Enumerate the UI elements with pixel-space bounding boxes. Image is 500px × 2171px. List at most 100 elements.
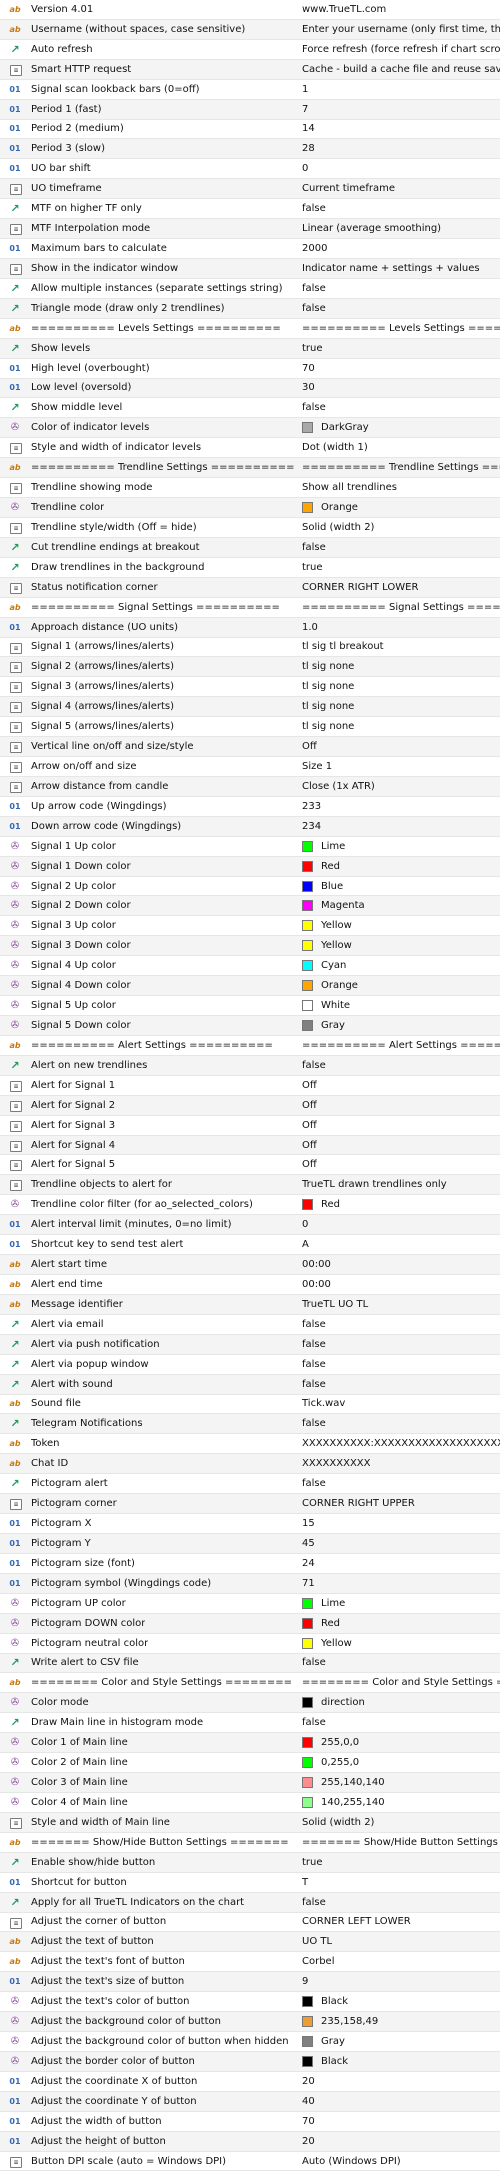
input-value[interactable]: false: [302, 303, 326, 314]
input-value[interactable]: Yellow: [302, 920, 352, 932]
input-value[interactable]: Solid (width 2): [302, 1817, 374, 1828]
input-value[interactable]: false: [302, 1319, 326, 1330]
input-row[interactable]: 01 Period 2 (medium) 14: [0, 120, 500, 140]
color-swatch[interactable]: [302, 502, 313, 513]
input-value[interactable]: DarkGray: [302, 422, 369, 434]
input-value[interactable]: false: [302, 1897, 326, 1908]
input-row[interactable]: ↗ Show middle level false: [0, 398, 500, 419]
input-value[interactable]: 15: [302, 1518, 315, 1529]
input-row[interactable]: ✇ Color 4 of Main line 140,255,140: [0, 1793, 500, 1813]
input-row[interactable]: ✇ Color mode direction: [0, 1693, 500, 1714]
input-value[interactable]: false: [302, 283, 326, 294]
input-value[interactable]: false: [302, 1060, 326, 1071]
input-row[interactable]: 01 Down arrow code (Wingdings) 234: [0, 816, 500, 837]
input-row[interactable]: ab ========== Trendline Settings ========…: [0, 458, 500, 479]
color-swatch[interactable]: [302, 1019, 313, 1031]
color-swatch[interactable]: [302, 860, 313, 872]
input-row[interactable]: ↗ Draw trendlines in the background true: [0, 558, 500, 578]
input-value[interactable]: Current timeframe: [302, 183, 395, 194]
input-row[interactable]: ab ========== Signal Settings ========== =…: [0, 598, 500, 618]
input-value[interactable]: Off: [302, 1120, 317, 1131]
input-value[interactable]: Lime: [302, 1597, 345, 1609]
input-value[interactable]: XXXXXXXXXX: [302, 1458, 371, 1469]
input-row[interactable]: ab Username (without spaces, case sensiti…: [0, 19, 500, 40]
input-row[interactable]: ab ======== Color and Style Settings ====…: [0, 1673, 500, 1694]
color-swatch[interactable]: [302, 880, 313, 892]
input-row[interactable]: ↗ Alert on new trendlines false: [0, 1055, 500, 1076]
input-row[interactable]: ✇ Signal 4 Up color Cyan: [0, 956, 500, 977]
input-row[interactable]: ≡ Signal 4 (arrows/lines/alerts) tl sig no…: [0, 697, 500, 718]
input-value[interactable]: 30: [302, 382, 315, 393]
input-value[interactable]: 140,255,140: [302, 1796, 385, 1808]
input-value[interactable]: Indicator name + settings + values: [302, 263, 480, 274]
input-value[interactable]: Off: [302, 1159, 317, 1170]
input-row[interactable]: ✇ Color 1 of Main line 255,0,0: [0, 1733, 500, 1754]
input-value[interactable]: false: [302, 402, 326, 413]
input-value[interactable]: 255,140,140: [302, 1777, 385, 1788]
input-row[interactable]: ↗ MTF on higher TF only false: [0, 199, 500, 220]
input-value[interactable]: Off: [302, 741, 317, 752]
input-value[interactable]: 70: [302, 2116, 315, 2127]
input-row[interactable]: ✇ Signal 5 Up color White: [0, 996, 500, 1017]
input-value[interactable]: UO TL: [302, 1936, 332, 1947]
color-swatch[interactable]: [302, 2055, 313, 2067]
input-value[interactable]: 9: [302, 1976, 308, 1987]
color-swatch[interactable]: [302, 840, 313, 852]
input-row[interactable]: ab ======= Show/Hide Button Settings ====…: [0, 1833, 500, 1853]
input-row[interactable]: 01 Up arrow code (Wingdings) 233: [0, 797, 500, 817]
color-swatch[interactable]: [302, 920, 313, 932]
input-value[interactable]: 234: [302, 821, 321, 832]
input-value[interactable]: false: [302, 542, 326, 553]
input-value[interactable]: 1: [302, 84, 308, 95]
input-row[interactable]: ≡ Signal 1 (arrows/lines/alerts) tl sig tl…: [0, 638, 500, 658]
input-row[interactable]: ✇ Adjust the text's color of button Black: [0, 1992, 500, 2013]
input-row[interactable]: 01 Pictogram symbol (Wingdings code) 71: [0, 1573, 500, 1594]
input-value[interactable]: 28: [302, 143, 315, 154]
color-swatch[interactable]: [302, 980, 313, 992]
input-row[interactable]: ≡ Trendline style/width (Off = hide) Solid…: [0, 518, 500, 538]
input-value[interactable]: true: [302, 562, 323, 573]
input-value[interactable]: 7: [302, 104, 308, 115]
input-row[interactable]: ↗ Telegram Notifications false: [0, 1414, 500, 1435]
input-row[interactable]: ≡ Show in the indicator window Indicator n…: [0, 258, 500, 279]
input-row[interactable]: 01 UO bar shift 0: [0, 159, 500, 180]
input-value[interactable]: tl sig none: [302, 721, 354, 732]
input-value[interactable]: Black: [302, 1996, 348, 2008]
input-row[interactable]: ✇ Trendline color Orange: [0, 498, 500, 518]
input-value[interactable]: 0,255,0: [302, 1757, 359, 1769]
color-swatch[interactable]: [302, 1637, 313, 1649]
input-row[interactable]: 01 Period 1 (fast) 7: [0, 99, 500, 120]
input-value[interactable]: XXXXXXXXXX:XXXXXXXXXXXXXXXXXXXXXXXXXXXXX…: [302, 1438, 500, 1449]
input-row[interactable]: ✇ Pictogram UP color Lime: [0, 1594, 500, 1614]
color-swatch[interactable]: [302, 1597, 313, 1609]
input-row[interactable]: ≡ Pictogram corner CORNER RIGHT UPPER: [0, 1494, 500, 1515]
input-value[interactable]: Dot (width 1): [302, 442, 368, 453]
input-row[interactable]: ✇ Adjust the background color of button 23…: [0, 2012, 500, 2033]
input-row[interactable]: ↗ Allow multiple instances (separate sett…: [0, 279, 500, 299]
input-value[interactable]: false: [302, 1339, 326, 1350]
input-value[interactable]: Show all trendlines: [302, 482, 397, 493]
input-row[interactable]: ↗ Alert via push notification false: [0, 1334, 500, 1355]
input-row[interactable]: 01 Shortcut for button T: [0, 1873, 500, 1893]
input-value[interactable]: false: [302, 203, 326, 214]
input-row[interactable]: ✇ Signal 4 Down color Orange: [0, 976, 500, 997]
input-row[interactable]: ≡ Alert for Signal 1 Off: [0, 1076, 500, 1096]
input-row[interactable]: 01 Signal scan lookback bars (0=off) 1: [0, 80, 500, 100]
input-value[interactable]: 70: [302, 363, 315, 374]
input-row[interactable]: ✇ Pictogram neutral color Yellow: [0, 1634, 500, 1654]
color-swatch[interactable]: [302, 422, 313, 434]
input-row[interactable]: ≡ Alert for Signal 5 Off: [0, 1155, 500, 1176]
input-value[interactable]: tl sig tl breakout: [302, 641, 384, 652]
input-row[interactable]: ≡ UO timeframe Current timeframe: [0, 179, 500, 200]
input-value[interactable]: 71: [302, 1578, 315, 1589]
input-value[interactable]: Yellow: [302, 1637, 352, 1649]
input-row[interactable]: ≡ Status notification corner CORNER RIGHT …: [0, 577, 500, 598]
input-value[interactable]: ========== Signal Settings ==========: [302, 602, 500, 613]
input-row[interactable]: ≡ Adjust the corner of button CORNER LEFT …: [0, 1913, 500, 1933]
input-row[interactable]: ✇ Adjust the border color of button Black: [0, 2051, 500, 2072]
input-value[interactable]: direction: [302, 1697, 365, 1709]
input-value[interactable]: 20: [302, 2136, 315, 2147]
input-row[interactable]: 01 Pictogram X 15: [0, 1514, 500, 1534]
input-row[interactable]: ≡ Smart HTTP request Cache - build a cache…: [0, 59, 500, 80]
input-row[interactable]: ↗ Auto refresh Force refresh (force refres…: [0, 40, 500, 60]
